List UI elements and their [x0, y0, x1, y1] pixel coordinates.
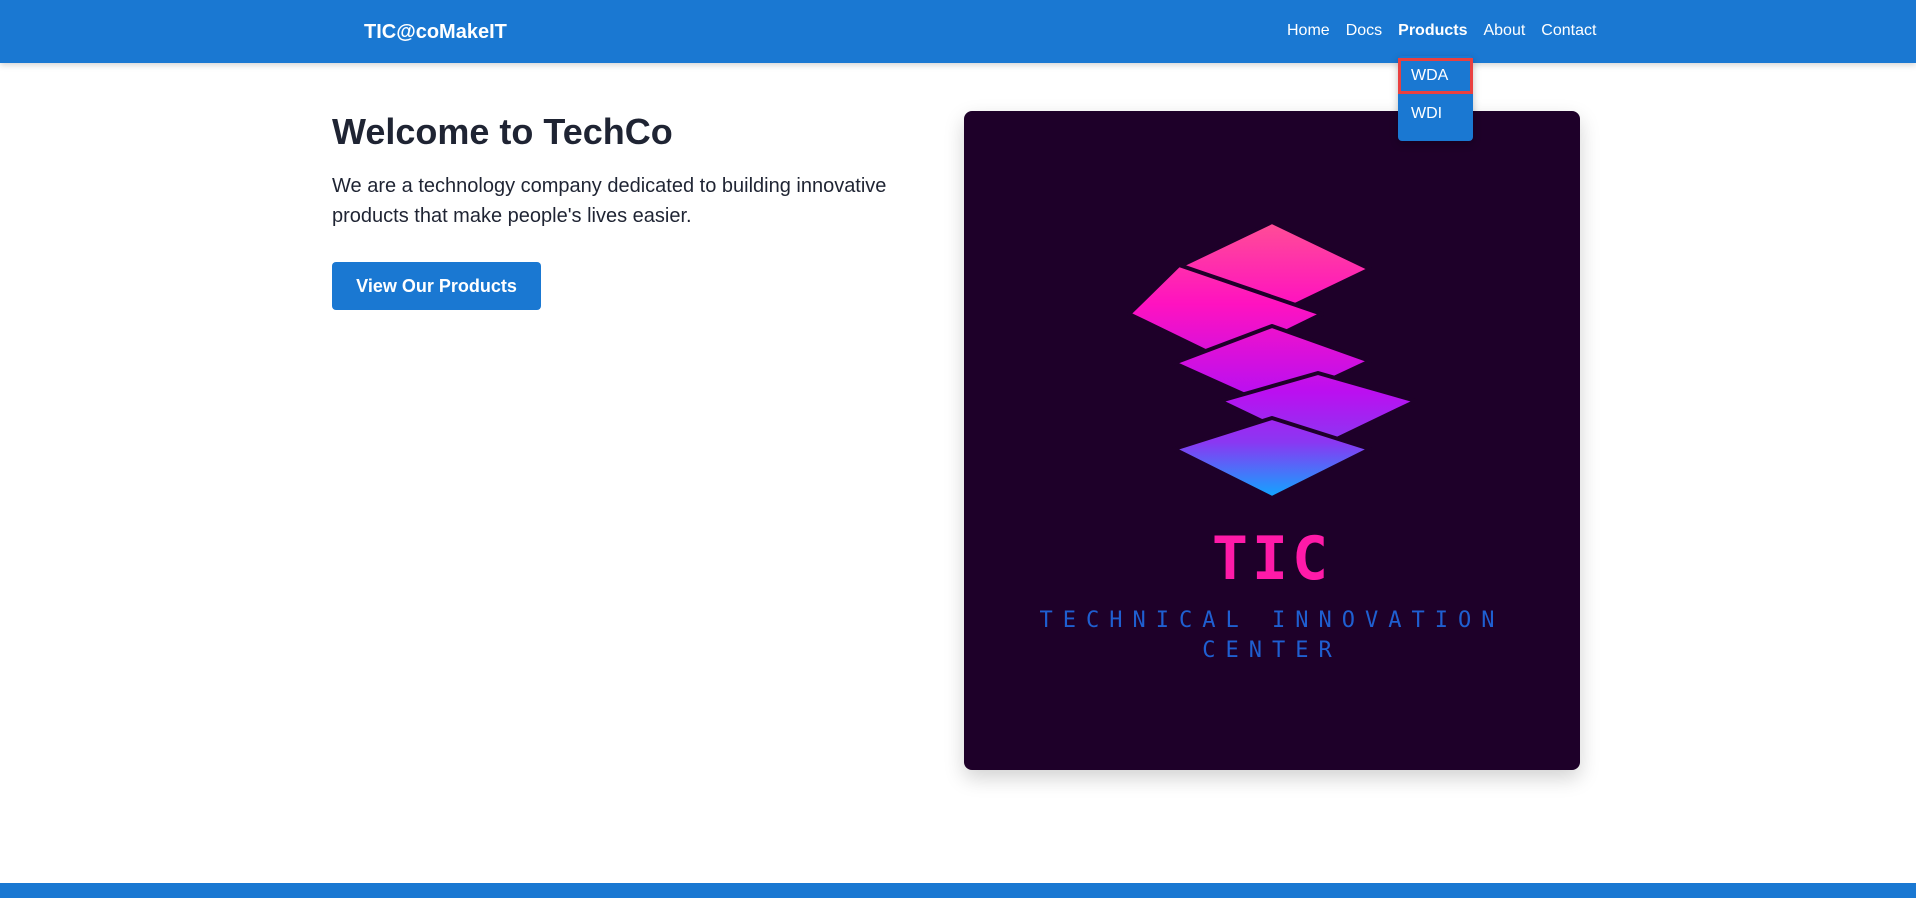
- top-navbar: TIC@coMakeIT Home Docs Products About Co…: [0, 0, 1916, 63]
- nav-home[interactable]: Home: [1287, 21, 1330, 41]
- logo-title: TIC: [1211, 524, 1333, 594]
- nav-docs[interactable]: Docs: [1346, 21, 1382, 41]
- nav-products[interactable]: Products: [1398, 21, 1467, 41]
- view-products-button[interactable]: View Our Products: [332, 262, 541, 310]
- hero-title: Welcome to TechCo: [332, 111, 673, 152]
- nav-about[interactable]: About: [1483, 21, 1525, 41]
- logo-subtitle: TECHNICAL INNOVATION CENTER: [1039, 608, 1505, 663]
- dropdown-item-wdi[interactable]: WDI: [1398, 96, 1473, 132]
- footer-bar: [0, 883, 1916, 898]
- dropdown-item-wda[interactable]: WDA: [1398, 58, 1473, 94]
- main-nav: Home Docs Products About Contact: [1287, 21, 1596, 41]
- stacked-layers-icon: [1127, 220, 1418, 500]
- hero-description: We are a technology company dedicated to…: [332, 175, 887, 227]
- nav-contact[interactable]: Contact: [1541, 21, 1596, 41]
- tic-logo-image: TIC TECHNICAL INNOVATION CENTER: [964, 111, 1580, 770]
- products-dropdown-menu: WDA WDI: [1398, 56, 1473, 141]
- brand-logo-text[interactable]: TIC@coMakeIT: [364, 20, 507, 44]
